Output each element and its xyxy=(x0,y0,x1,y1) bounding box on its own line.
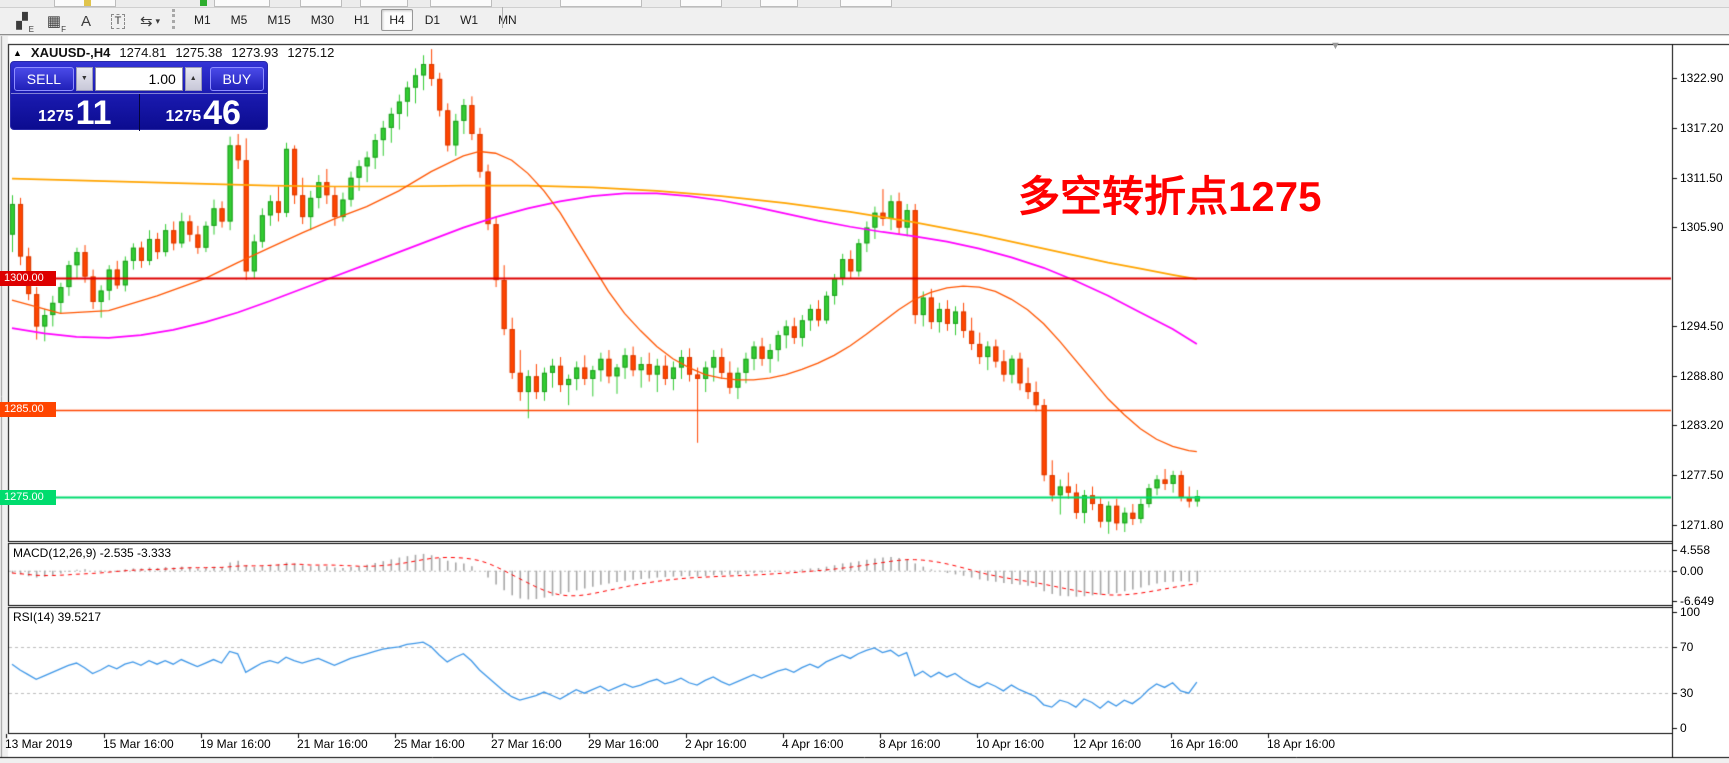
macd-axis-tick: 4.558 xyxy=(1680,543,1710,557)
time-axis-label: 15 Mar 16:00 xyxy=(103,737,174,751)
price-line-badge: 1285.00 xyxy=(0,402,56,417)
lot-increase-button[interactable]: ▲ xyxy=(185,67,202,91)
price-axis-tick: 1311.50 xyxy=(1680,171,1723,185)
timeframe-m5[interactable]: M5 xyxy=(223,9,256,31)
rsi-indicator-label: RSI(14) 39.5217 xyxy=(13,610,101,624)
indicator-styles-icon-glyph: ▞ xyxy=(16,12,28,30)
sell-price[interactable]: 1275 11 xyxy=(11,94,140,131)
cursor-tools-icon[interactable]: ⇆▾ xyxy=(137,10,163,33)
timeframe-h4[interactable]: H4 xyxy=(381,9,412,31)
macd-indicator-label: MACD(12,26,9) -2.535 -3.333 xyxy=(13,546,171,560)
macd-axis-tick: 0.00 xyxy=(1680,564,1703,578)
price-axis-tick: 1271.80 xyxy=(1680,518,1723,532)
icon-subscript: E xyxy=(29,25,34,34)
quote-close: 1275.12 xyxy=(287,45,334,60)
time-axis-label: 27 Mar 16:00 xyxy=(491,737,562,751)
time-axis-label: 25 Mar 16:00 xyxy=(394,737,465,751)
price-axis-tick: 1305.90 xyxy=(1680,220,1723,234)
rsi-axis-tick: 70 xyxy=(1680,640,1693,654)
toolbar-drag-handle[interactable] xyxy=(172,9,178,29)
chevron-up-icon: ▲ xyxy=(190,75,197,82)
grid-icon-glyph: ▦ xyxy=(47,12,61,30)
text-box-icon-glyph: T xyxy=(111,14,126,29)
timeframe-d1[interactable]: D1 xyxy=(417,9,448,31)
grid-icon[interactable]: ▦F xyxy=(41,10,67,33)
price-axis-tick: 1294.50 xyxy=(1680,319,1723,333)
time-axis-label: 10 Apr 16:00 xyxy=(976,737,1044,751)
time-axis-label: 21 Mar 16:00 xyxy=(297,737,368,751)
buy-price[interactable]: 1275 46 xyxy=(140,94,268,131)
price-line-badge: 1300.00 xyxy=(0,271,56,286)
price-axis-tick: 1317.20 xyxy=(1680,121,1723,135)
buy-price-major: 1275 xyxy=(166,108,202,126)
time-axis-label: 8 Apr 16:00 xyxy=(879,737,940,751)
quote-high: 1275.38 xyxy=(175,45,222,60)
chevron-down-icon: ▼ xyxy=(81,75,88,82)
time-axis-label: 2 Apr 16:00 xyxy=(685,737,746,751)
lot-size-input[interactable] xyxy=(95,67,183,91)
chart-symbol-header[interactable]: ▲ XAUUSD-,H4 1274.81 1275.38 1273.93 127… xyxy=(13,45,334,60)
rsi-axis-tick: 0 xyxy=(1680,721,1687,735)
rsi-axis-tick: 30 xyxy=(1680,686,1693,700)
cutoff-indicator xyxy=(200,0,207,6)
rsi-axis-tick: 100 xyxy=(1680,605,1700,619)
timeframe-mn[interactable]: MN xyxy=(490,9,525,31)
time-axis-label: 4 Apr 16:00 xyxy=(782,737,843,751)
cursor-tools-icon-glyph: ⇆ xyxy=(140,12,153,30)
trade-panel-prices: 1275 11 1275 46 xyxy=(11,93,267,131)
time-axis-label: 18 Apr 16:00 xyxy=(1267,737,1335,751)
lot-decrease-button[interactable]: ▼ xyxy=(76,67,93,91)
time-axis-label: 13 Mar 2019 xyxy=(5,737,72,751)
app: ▞E ▦F A T ⇆▾ M1M5M15M30H1H4D1W1MN ▲ XAUUSD-,… xyxy=(0,0,1729,763)
chart-shift-marker-icon[interactable]: ▼ xyxy=(1330,40,1341,52)
icon-subscript: F xyxy=(61,25,66,34)
timeframe-m1[interactable]: M1 xyxy=(186,9,219,31)
buy-price-pips: 46 xyxy=(203,96,241,130)
text-box-icon[interactable]: T xyxy=(105,10,131,33)
toolbar-separator xyxy=(502,7,503,28)
quote-open: 1274.81 xyxy=(119,45,166,60)
cutoff-button xyxy=(760,0,798,7)
timeframe-w1[interactable]: W1 xyxy=(452,9,486,31)
price-line-badge: 1275.00 xyxy=(0,490,56,505)
text-annotation-icon[interactable]: A xyxy=(73,10,99,33)
timeframe-buttons: M1M5M15M30H1H4D1W1MN xyxy=(184,7,527,33)
buy-button[interactable]: BUY xyxy=(210,67,264,91)
one-click-trading-panel: SELL ▼ ▲ BUY 1275 11 1275 46 xyxy=(10,61,268,130)
price-axis-tick: 1277.50 xyxy=(1680,468,1723,482)
cutoff-button xyxy=(214,0,270,7)
text-annotation-icon-glyph: A xyxy=(81,13,91,30)
cutoff-button xyxy=(680,0,722,7)
price-axis-tick: 1322.90 xyxy=(1680,71,1723,85)
time-axis-label: 16 Apr 16:00 xyxy=(1170,737,1238,751)
cutoff-button xyxy=(840,0,892,7)
trade-panel-controls: SELL ▼ ▲ BUY xyxy=(11,62,267,92)
sell-button[interactable]: SELL xyxy=(14,67,74,91)
timeframe-h1[interactable]: H1 xyxy=(346,9,377,31)
time-axis-label: 12 Apr 16:00 xyxy=(1073,737,1141,751)
toolbar-icons: ▞E ▦F A T ⇆▾ xyxy=(6,8,166,34)
chevron-down-icon: ▾ xyxy=(156,16,161,27)
cutoff-button xyxy=(300,0,342,7)
chart-text-annotation[interactable]: 多空转折点1275 xyxy=(1018,176,1321,218)
cutoff-button xyxy=(430,0,492,7)
sell-price-major: 1275 xyxy=(38,108,74,126)
quote-low: 1273.93 xyxy=(231,45,278,60)
time-axis-label: 29 Mar 16:00 xyxy=(588,737,659,751)
collapse-triangle-icon[interactable]: ▲ xyxy=(13,48,22,58)
price-axis-tick: 1288.80 xyxy=(1680,369,1723,383)
toolbar: ▞E ▦F A T ⇆▾ M1M5M15M30H1H4D1W1MN xyxy=(0,0,1729,35)
sell-price-pips: 11 xyxy=(76,96,112,130)
timeframe-m15[interactable]: M15 xyxy=(259,9,298,31)
price-axis-tick: 1283.20 xyxy=(1680,418,1723,432)
symbol-label: XAUUSD-,H4 xyxy=(31,45,110,60)
indicator-styles-icon[interactable]: ▞E xyxy=(9,10,35,33)
timeframe-m30[interactable]: M30 xyxy=(303,9,342,31)
cutoff-button xyxy=(560,0,642,7)
cutoff-button xyxy=(360,0,408,7)
cutoff-indicator xyxy=(84,0,91,6)
time-axis-label: 19 Mar 16:00 xyxy=(200,737,271,751)
